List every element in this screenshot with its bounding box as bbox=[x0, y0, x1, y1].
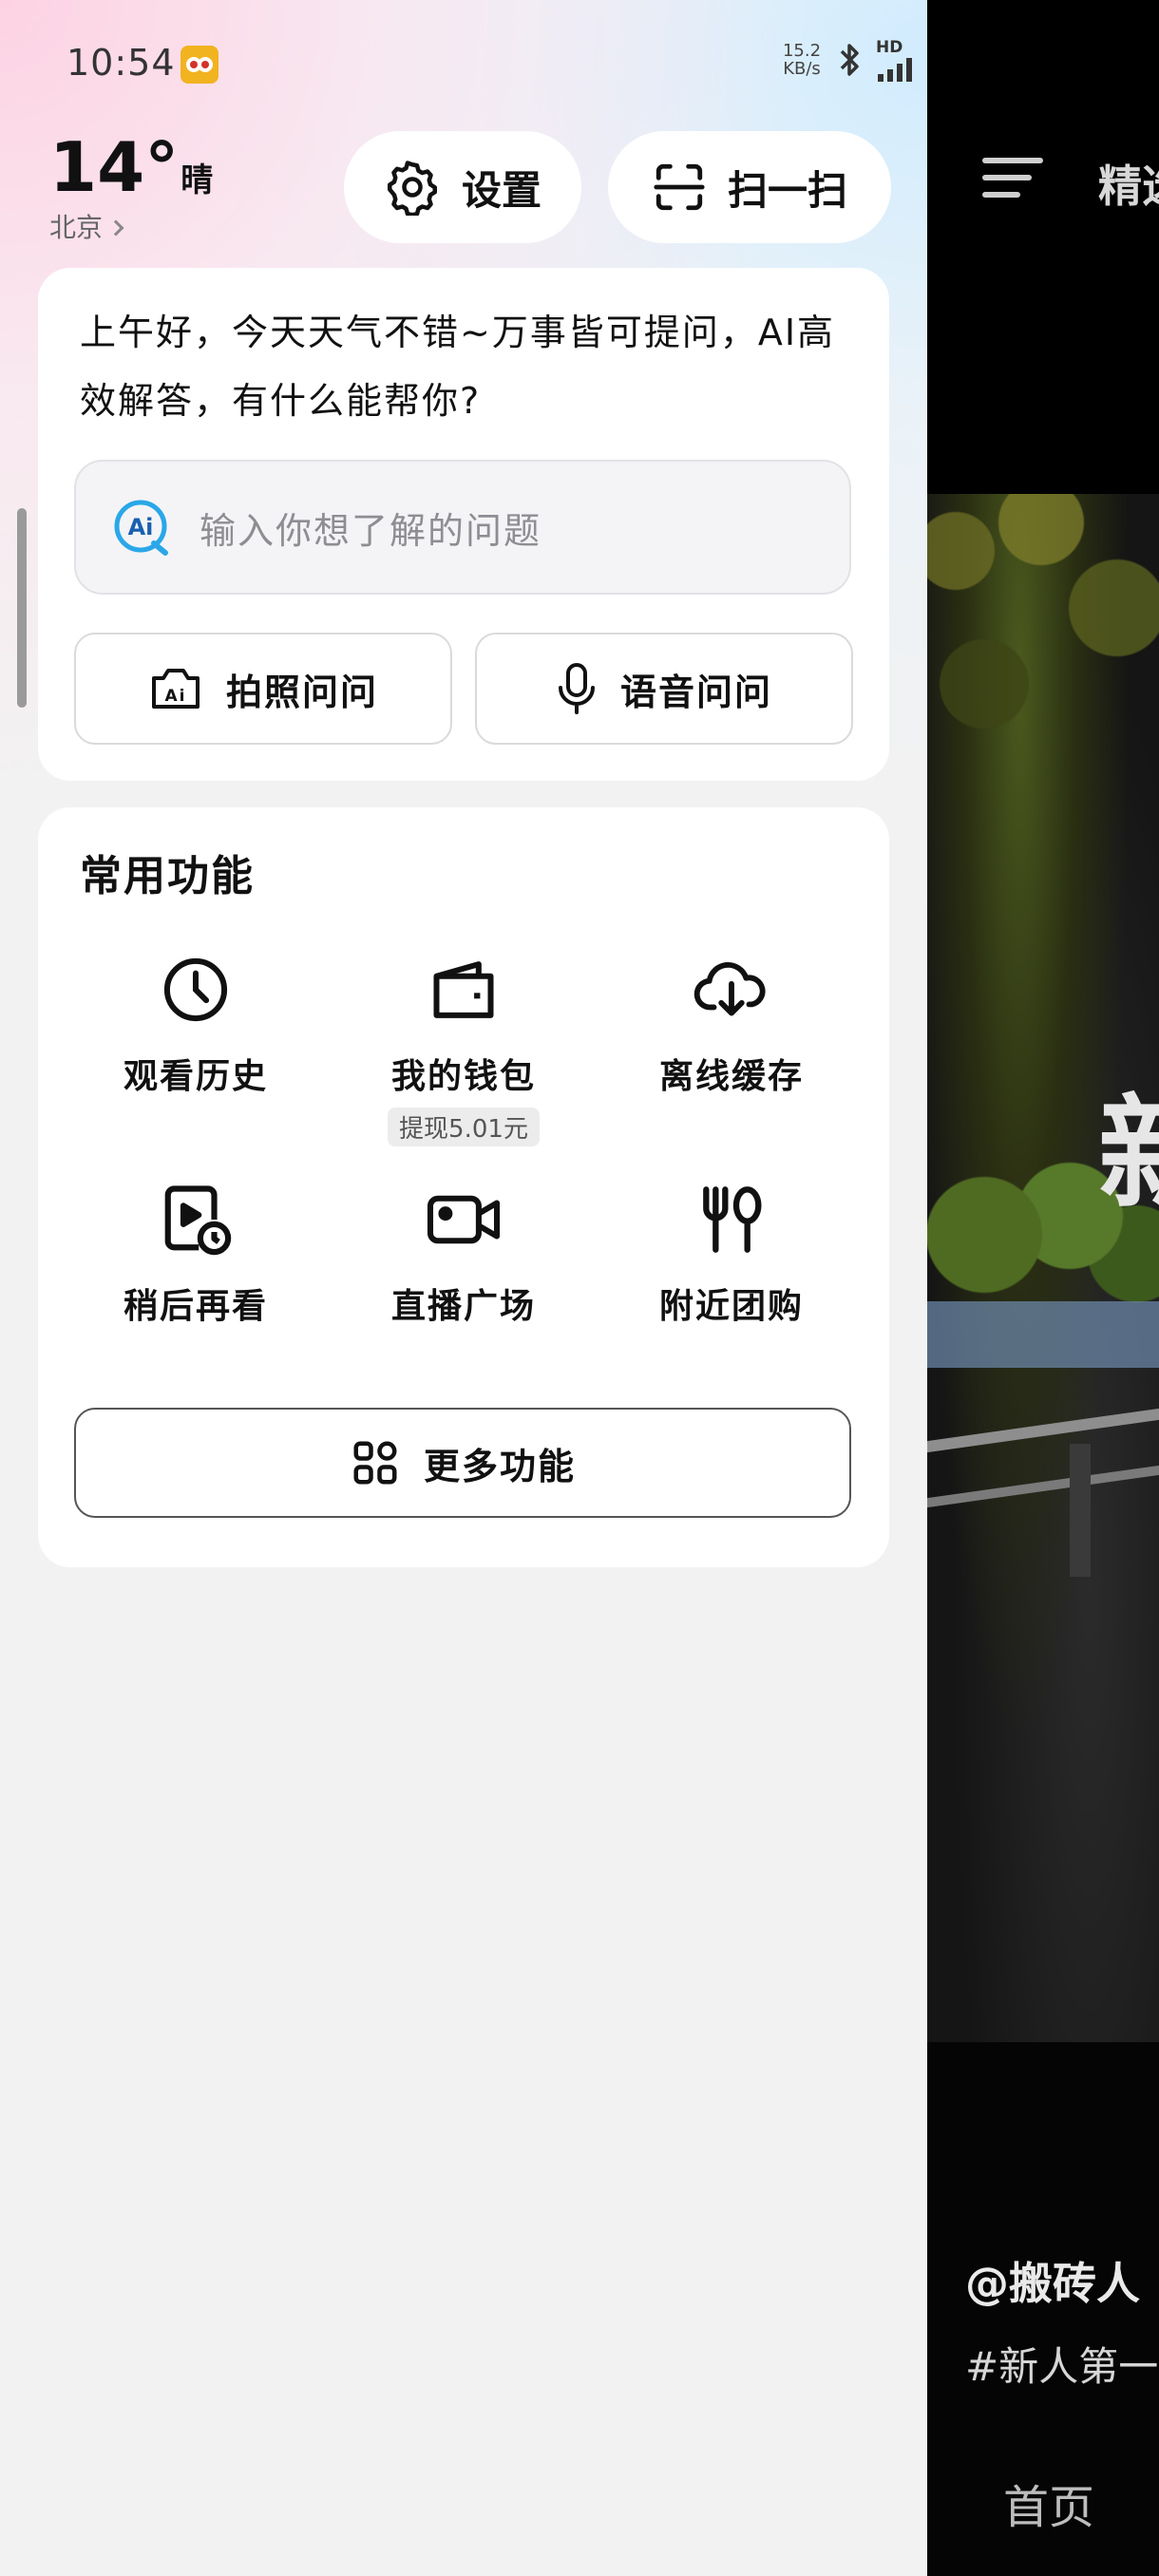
func-label: 直播广场 bbox=[390, 1287, 536, 1326]
settings-label: 设置 bbox=[461, 166, 542, 214]
menu-icon[interactable] bbox=[982, 158, 1043, 203]
chevron-right-icon bbox=[107, 219, 124, 237]
svg-text:Ai: Ai bbox=[164, 687, 186, 706]
status-time: 10:54 bbox=[66, 42, 176, 84]
ai-question-input[interactable]: Ai 输入你想了解的问题 bbox=[74, 460, 851, 595]
voice-ask-label: 语音问问 bbox=[619, 671, 772, 713]
func-nearby-groupbuy[interactable]: 附近团购 bbox=[618, 1180, 846, 1328]
func-watch-later[interactable]: 稍后再看 bbox=[82, 1180, 310, 1328]
ai-logo-icon: Ai bbox=[114, 500, 168, 556]
scan-icon bbox=[654, 163, 705, 211]
video-camera-icon bbox=[427, 1195, 501, 1244]
photo-ask-label: 拍照问问 bbox=[225, 671, 378, 713]
status-indicators: 15.2 KB/s HD bbox=[779, 38, 920, 82]
microphone-icon bbox=[558, 663, 595, 714]
cloud-download-icon bbox=[694, 961, 766, 1016]
more-functions-label: 更多功能 bbox=[423, 1445, 576, 1487]
side-drawer: 10:54 15.2 KB/s HD 14°晴 北京 设置 扫一扫 上午好，今天… bbox=[0, 0, 927, 2576]
watch-later-icon bbox=[164, 1185, 232, 1256]
app-notification-icon bbox=[180, 46, 218, 84]
more-functions-button[interactable]: 更多功能 bbox=[74, 1408, 851, 1518]
background-video-app: 精选 新 @搬砖人 #新人第一 首页 bbox=[927, 0, 1159, 2576]
weather-widget[interactable]: 14°晴 bbox=[49, 129, 213, 205]
svg-text:Ai: Ai bbox=[128, 514, 154, 540]
camera-ai-icon: Ai bbox=[151, 669, 200, 709]
video-hashtag[interactable]: #新人第一 bbox=[965, 2335, 1158, 2393]
scroll-indicator bbox=[17, 508, 27, 708]
fork-spoon-icon bbox=[703, 1186, 762, 1253]
func-label: 离线缓存 bbox=[658, 1057, 804, 1096]
settings-button[interactable]: 设置 bbox=[344, 131, 581, 243]
background-top-bar bbox=[927, 0, 1159, 494]
video-scene-post bbox=[1070, 1444, 1091, 1577]
func-offline-cache[interactable]: 离线缓存 bbox=[618, 950, 846, 1098]
ai-input-placeholder: 输入你想了解的问题 bbox=[200, 509, 542, 552]
func-label: 观看历史 bbox=[123, 1057, 268, 1096]
background-tab-label[interactable]: 精选 bbox=[1098, 152, 1159, 215]
grid-icon bbox=[353, 1441, 397, 1485]
func-live-square[interactable]: 直播广场 bbox=[350, 1180, 578, 1328]
func-watch-history[interactable]: 观看历史 bbox=[82, 950, 310, 1098]
func-label: 我的钱包 bbox=[390, 1057, 536, 1096]
video-author[interactable]: @搬砖人 bbox=[965, 2249, 1140, 2312]
gear-icon bbox=[387, 161, 437, 216]
voice-ask-button[interactable]: 语音问问 bbox=[475, 633, 853, 745]
signal-icon bbox=[878, 58, 912, 82]
net-speed: 15.2 KB/s bbox=[782, 41, 822, 79]
video-scene-leaves bbox=[927, 494, 1159, 779]
func-label: 稍后再看 bbox=[123, 1287, 268, 1326]
ai-assistant-card: 上午好，今天天气不错~万事皆可提问，AI高效解答，有什么能帮你? Ai 输入你想… bbox=[38, 268, 889, 781]
hd-badge: HD bbox=[876, 38, 903, 57]
weather-city[interactable]: 北京 bbox=[49, 207, 124, 245]
wallet-withdraw-badge: 提现5.01元 bbox=[388, 1108, 540, 1146]
weather-temperature: 14° bbox=[49, 127, 180, 207]
functions-title: 常用功能 bbox=[80, 852, 255, 900]
bluetooth-icon bbox=[840, 44, 859, 76]
func-label: 附近团购 bbox=[658, 1287, 804, 1326]
ai-greeting-text: 上午好，今天天气不错~万事皆可提问，AI高效解答，有什么能帮你? bbox=[80, 312, 836, 422]
func-my-wallet[interactable]: 我的钱包 提现5.01元 bbox=[350, 950, 578, 1146]
wallet-icon bbox=[433, 961, 494, 1018]
video-overlay-text: 新 bbox=[1098, 1054, 1159, 1233]
scan-button[interactable]: 扫一扫 bbox=[608, 131, 891, 243]
scan-label: 扫一扫 bbox=[727, 166, 847, 214]
photo-ask-button[interactable]: Ai 拍照问问 bbox=[74, 633, 452, 745]
video-scene-wall bbox=[927, 1301, 1159, 1368]
common-functions-card: 常用功能 观看历史 我的钱包 提现5.01元 离线缓存 稍后再看 直播广场 附近… bbox=[38, 807, 889, 1567]
weather-condition: 晴 bbox=[180, 161, 214, 199]
clock-icon bbox=[163, 957, 228, 1022]
nav-home-tab[interactable]: 首页 bbox=[1003, 2470, 1094, 2536]
